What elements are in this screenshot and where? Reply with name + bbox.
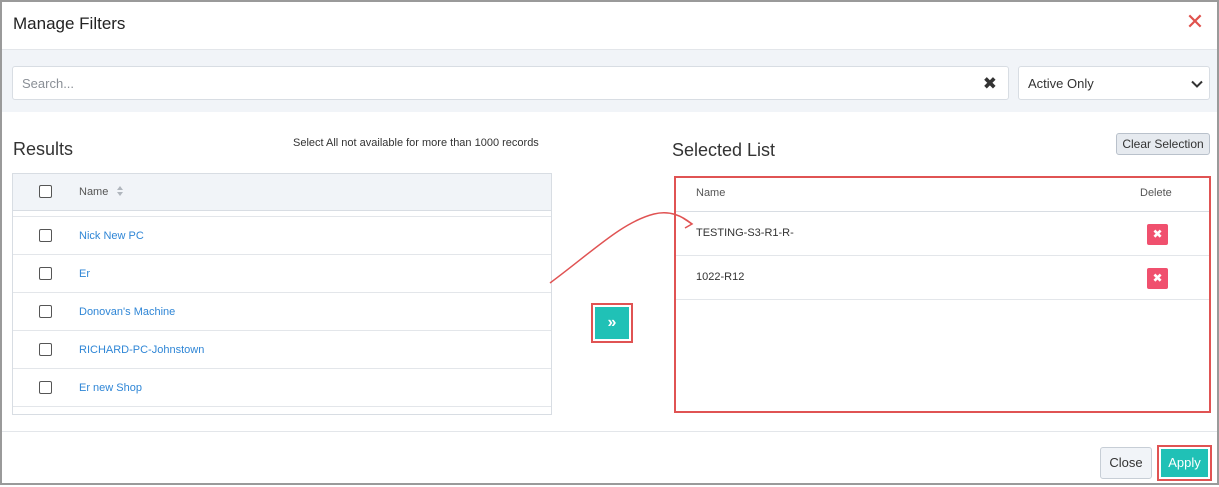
result-row: Nick New PC <box>13 217 551 255</box>
selected-list-title: Selected List <box>672 140 776 160</box>
result-link[interactable]: Er new Shop <box>79 382 142 394</box>
move-to-selected-highlight: » <box>591 303 633 343</box>
result-row: Er <box>13 255 551 293</box>
selected-list-header: Name Delete <box>676 178 1209 212</box>
selected-item-name: 1022-R12 <box>696 271 745 283</box>
dialog-footer: Close Apply <box>2 431 1217 485</box>
result-link[interactable]: Er <box>79 268 90 280</box>
row-checkbox[interactable] <box>39 267 52 280</box>
move-to-selected-button[interactable]: » <box>595 307 629 339</box>
apply-button[interactable]: Apply <box>1161 449 1208 477</box>
sort-icon[interactable] <box>116 185 124 197</box>
filter-bar: ✖ Active Only <box>2 50 1217 112</box>
results-table: Name Nick New PC Er Donovan's Machine RI… <box>12 173 552 415</box>
close-button[interactable]: Close <box>1100 447 1152 479</box>
manage-filters-dialog: Manage Filters ✕ ✖ Active Only Results S… <box>0 0 1219 485</box>
delete-icon[interactable]: ✖ <box>1147 224 1168 245</box>
results-list: Nick New PC Er Donovan's Machine RICHARD… <box>13 216 551 407</box>
apply-highlight: Apply <box>1157 445 1212 481</box>
selected-list-panel: Name Delete TESTING-S3-R1-R- ✖ 1022-R12 … <box>674 176 1211 413</box>
double-chevron-right-icon: » <box>607 314 617 331</box>
delete-icon[interactable]: ✖ <box>1147 268 1168 289</box>
selected-list: TESTING-S3-R1-R- ✖ 1022-R12 ✖ <box>676 212 1209 300</box>
search-box: ✖ <box>12 66 1009 100</box>
selected-name-header: Name <box>696 187 726 199</box>
select-all-note: Select All not available for more than 1… <box>293 137 539 149</box>
dialog-title: Manage Filters <box>13 14 126 33</box>
result-row: Donovan's Machine <box>13 293 551 331</box>
selected-item-name: TESTING-S3-R1-R- <box>696 227 794 239</box>
selected-row: TESTING-S3-R1-R- ✖ <box>676 212 1209 256</box>
select-all-checkbox[interactable] <box>39 185 52 198</box>
row-checkbox[interactable] <box>39 305 52 318</box>
search-input[interactable] <box>13 67 973 99</box>
results-title: Results <box>13 139 74 159</box>
status-filter-value: Active Only <box>1028 76 1094 91</box>
chevron-down-icon <box>1191 80 1203 88</box>
selected-delete-header: Delete <box>1140 187 1172 199</box>
result-row: RICHARD-PC-Johnstown <box>13 331 551 369</box>
result-link[interactable]: Nick New PC <box>79 230 144 242</box>
result-row: Er new Shop <box>13 369 551 407</box>
row-checkbox[interactable] <box>39 381 52 394</box>
row-checkbox[interactable] <box>39 343 52 356</box>
result-link[interactable]: Donovan's Machine <box>79 306 175 318</box>
name-column-header[interactable]: Name <box>79 186 108 198</box>
clear-selection-button[interactable]: Clear Selection <box>1116 133 1210 155</box>
result-link[interactable]: RICHARD-PC-Johnstown <box>79 344 204 356</box>
close-icon[interactable]: ✕ <box>1185 11 1205 33</box>
status-filter-select[interactable]: Active Only <box>1018 66 1210 100</box>
row-checkbox[interactable] <box>39 229 52 242</box>
clear-search-icon[interactable]: ✖ <box>983 74 997 94</box>
results-header: Name <box>13 174 551 211</box>
selected-row: 1022-R12 ✖ <box>676 256 1209 300</box>
dialog-header: Manage Filters ✕ <box>2 2 1217 50</box>
